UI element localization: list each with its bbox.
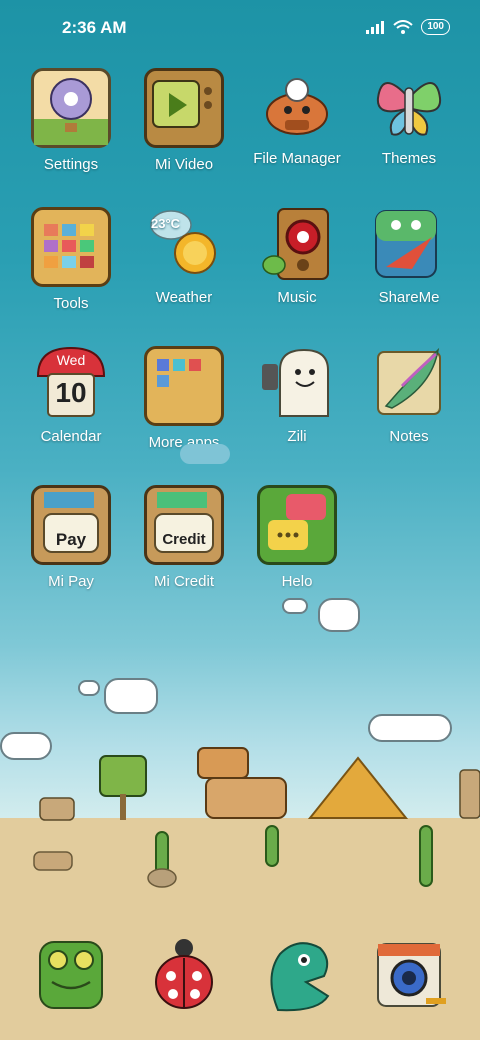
app-label: Helo [281, 573, 313, 590]
app-label: Music [277, 289, 317, 306]
dock-app-camera[interactable] [354, 936, 464, 1014]
frog-icon [32, 936, 110, 1014]
app-weather[interactable]: 23°C Weather [129, 207, 239, 306]
wifi-icon [393, 20, 413, 34]
wallet-icon: Pay [31, 485, 111, 565]
app-label: Themes [381, 150, 437, 167]
app-label: Zili [287, 428, 307, 445]
speaker-icon [260, 207, 334, 281]
dock-app-ladybug[interactable] [129, 936, 239, 1014]
app-settings[interactable]: Settings [16, 68, 126, 173]
chat-bubble-icon [257, 485, 337, 565]
app-label: Tools [53, 295, 89, 312]
app-label: Mi Pay [48, 573, 94, 590]
app-more-apps[interactable]: More apps [129, 346, 239, 451]
cloud-decoration [78, 680, 100, 696]
dock-app-green-creature[interactable] [242, 936, 352, 1014]
ladybug-icon [145, 936, 223, 1014]
sun-icon: 23°C [147, 207, 221, 281]
tv-icon [144, 68, 224, 148]
clock: 2:36 AM [62, 18, 127, 37]
camera-icon [370, 936, 448, 1014]
cloud-decoration [180, 444, 230, 464]
folder-icon [144, 346, 224, 426]
app-zili[interactable]: Zili [242, 346, 352, 445]
app-label: Calendar [40, 428, 102, 445]
app-mi-video[interactable]: Mi Video [129, 68, 239, 173]
app-label: Notes [389, 428, 429, 445]
card-text: Credit [162, 531, 206, 548]
card-text: Pay [55, 530, 87, 549]
crab-icon [260, 68, 334, 142]
app-label: File Manager [253, 150, 341, 167]
cloud-decoration [282, 598, 308, 614]
app-notes[interactable]: Notes [354, 346, 464, 445]
mushroom-calendar-icon: Wed 10 [34, 346, 108, 420]
dock-app-frog[interactable] [16, 936, 126, 1014]
app-calendar[interactable]: Wed 10 Calendar [16, 346, 126, 445]
robot-icon [372, 207, 446, 281]
app-mi-pay[interactable]: Pay Mi Pay [16, 485, 126, 590]
battery-indicator: 100 [421, 19, 450, 35]
folder-icon [31, 207, 111, 287]
calendar-day: Wed [56, 352, 86, 368]
wallet-icon: Credit [144, 485, 224, 565]
weather-temperature: 23°C [151, 216, 181, 231]
scroll-quill-icon [372, 346, 446, 420]
hot-air-balloon-icon [31, 68, 111, 148]
app-label: Mi Credit [153, 573, 214, 590]
app-label: Settings [43, 156, 99, 173]
status-bar: 2:36 AM 100 [0, 0, 480, 56]
app-label: ShareMe [378, 289, 440, 306]
app-music[interactable]: Music [242, 207, 352, 306]
app-label: Weather [155, 289, 213, 306]
app-label: Mi Video [154, 156, 214, 173]
app-themes[interactable]: Themes [354, 68, 464, 167]
app-file-manager[interactable]: File Manager [242, 68, 352, 167]
app-tools[interactable]: Tools [16, 207, 126, 312]
calendar-date: 10 [55, 377, 87, 408]
butterfly-icon [372, 68, 446, 142]
green-creature-icon [258, 936, 336, 1014]
app-helo[interactable]: Helo [242, 485, 352, 590]
app-mi-credit[interactable]: Credit Mi Credit [129, 485, 239, 590]
signal-icon [366, 21, 385, 34]
ghost-icon [260, 346, 334, 420]
cloud-decoration [318, 598, 360, 632]
app-shareme[interactable]: ShareMe [354, 207, 464, 306]
